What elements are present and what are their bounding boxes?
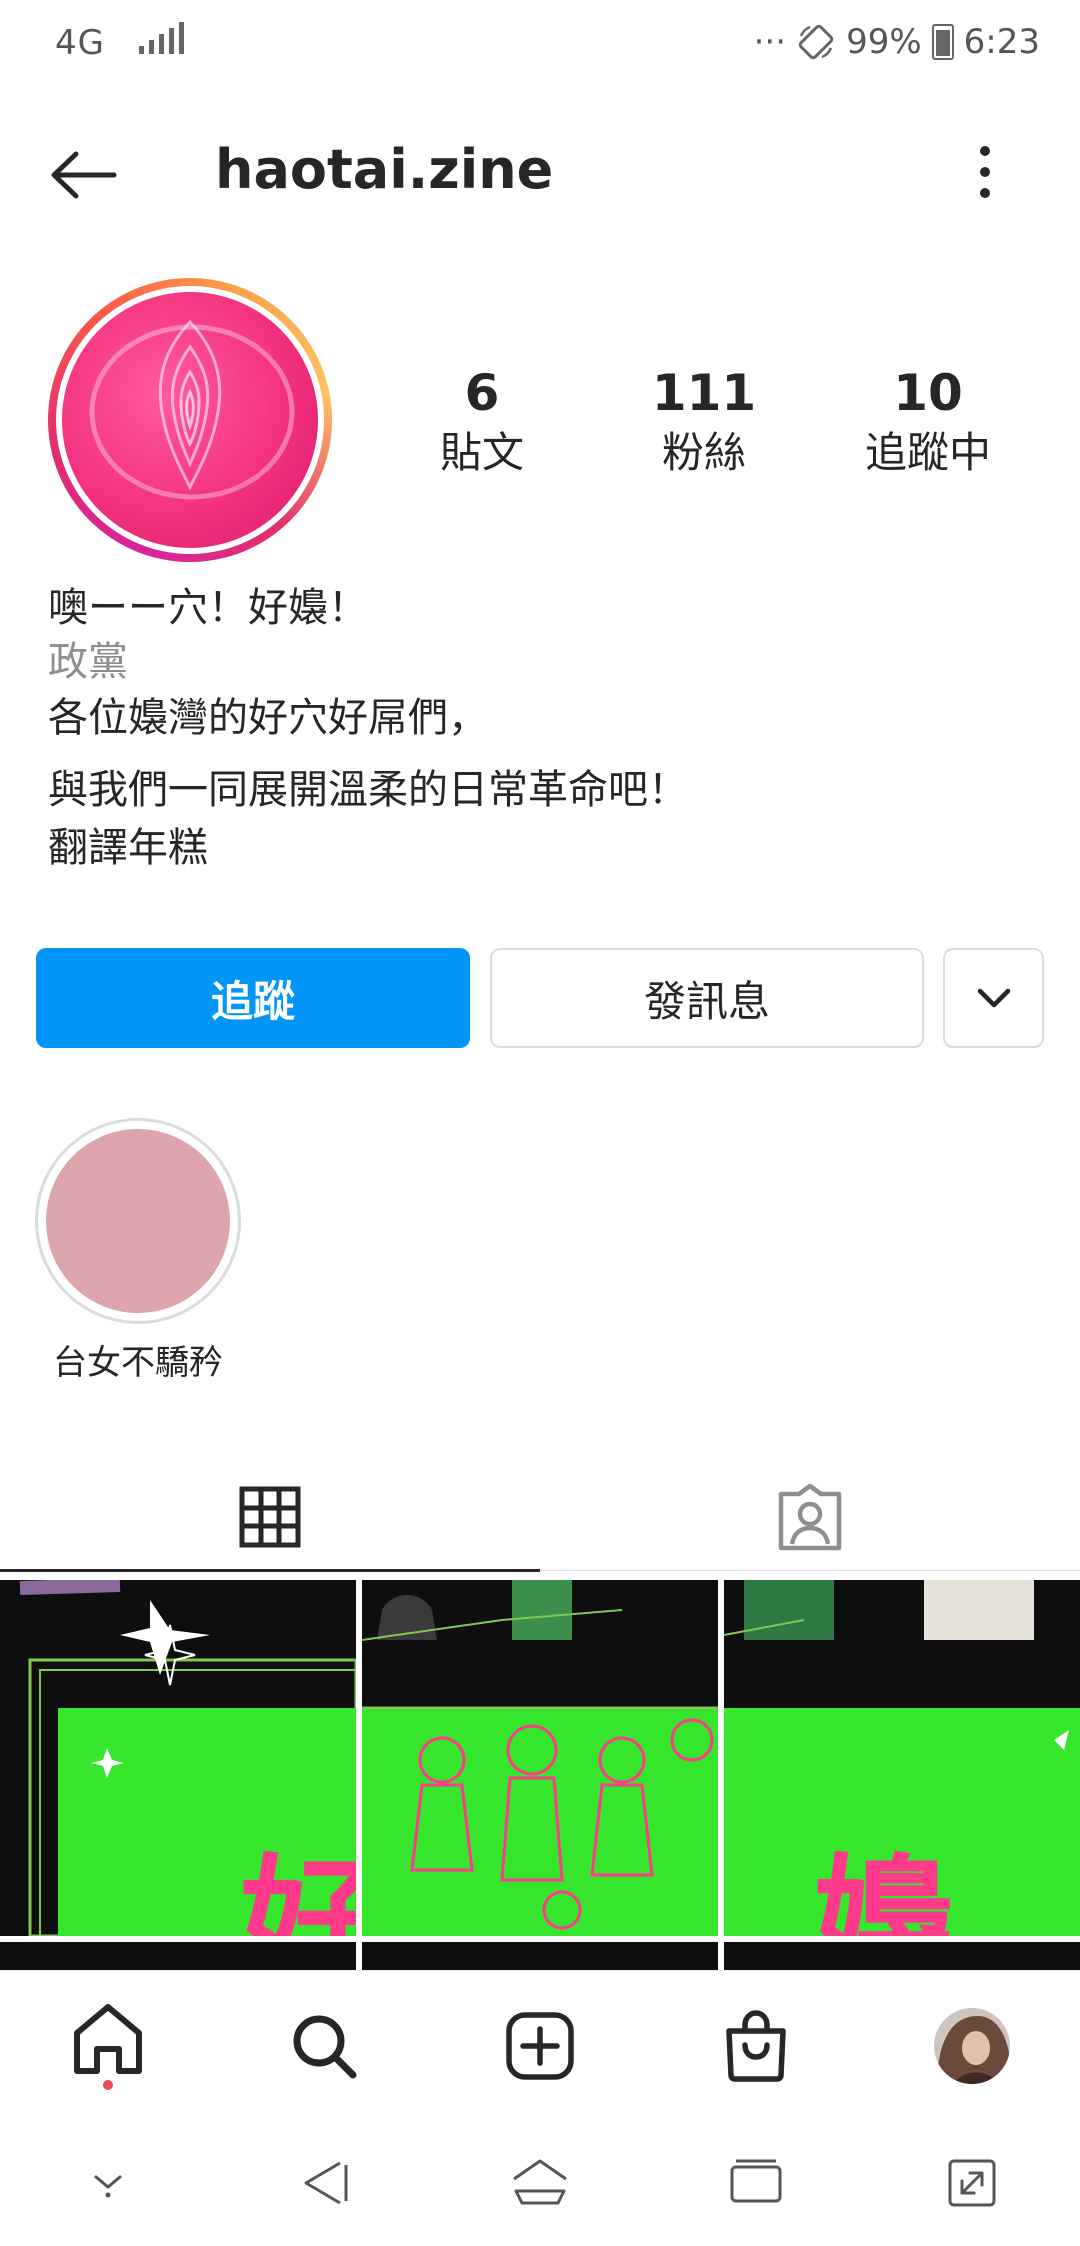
- signal-icon: [138, 22, 184, 54]
- system-nav-bar: [0, 2120, 1080, 2246]
- battery-percent: 99%: [846, 22, 922, 62]
- avatar-artwork: [89, 319, 295, 500]
- post-thumbnail[interactable]: [0, 1942, 356, 1970]
- nav-add-post[interactable]: [432, 1971, 648, 2121]
- active-tab-indicator: [0, 1569, 540, 1572]
- tab-tagged[interactable]: [540, 1462, 1080, 1572]
- following-label: 追蹤中: [864, 428, 991, 477]
- chevron-down-icon: [977, 988, 1010, 1008]
- shop-bag-icon: [726, 2010, 786, 2082]
- post-thumbnail[interactable]: [362, 1580, 718, 1936]
- nav-profile[interactable]: [864, 1971, 1080, 2121]
- expand-icon: [948, 2159, 996, 2207]
- bio-line: 各位嬝灣的好穴好屌們，: [48, 695, 488, 741]
- posts-grid: 好 嬝: [0, 1580, 1080, 1970]
- status-left: 4G: [55, 22, 184, 63]
- status-right: ··· 99% 6:23: [754, 22, 1040, 62]
- nav-shop[interactable]: [648, 1971, 864, 2121]
- search-icon: [293, 2015, 357, 2079]
- nav-search[interactable]: [216, 1971, 432, 2121]
- add-post-icon: [506, 2012, 574, 2080]
- stat-posts[interactable]: 6 貼文: [372, 365, 592, 483]
- network-indicator: 4G: [55, 23, 105, 63]
- back-triangle-icon: [304, 2161, 348, 2205]
- home-icon: [74, 2004, 142, 2090]
- highlight-label[interactable]: 台女不驕矜: [20, 1335, 256, 1384]
- profile-username: haotai.zine: [215, 138, 554, 201]
- stat-followers[interactable]: 111 粉絲: [594, 365, 814, 483]
- post-thumbnail[interactable]: 好: [0, 1580, 356, 1936]
- sys-hide-button[interactable]: [0, 2120, 216, 2246]
- nav-home[interactable]: [0, 1971, 216, 2121]
- suggested-dropdown-button[interactable]: [943, 948, 1044, 1048]
- sys-fullscreen-button[interactable]: [864, 2120, 1080, 2246]
- arrow-left-icon: [51, 151, 117, 199]
- following-count: 10: [893, 364, 963, 422]
- bio-line: 與我們一同展開溫柔的日常革命吧！: [48, 767, 688, 813]
- sys-recents-button[interactable]: [648, 2120, 864, 2246]
- profile-avatar-icon: [934, 2008, 1010, 2084]
- tab-posts-grid[interactable]: [0, 1462, 540, 1572]
- battery-icon: [931, 24, 954, 60]
- followers-label: 粉絲: [661, 428, 746, 477]
- more-options-button[interactable]: [965, 142, 1005, 202]
- sys-back-button[interactable]: [216, 2120, 432, 2246]
- post-artwork: [362, 1580, 718, 1936]
- message-button[interactable]: 發訊息: [490, 948, 924, 1048]
- tagged-person-icon: [778, 1483, 842, 1551]
- bio-category: 政黨: [48, 639, 128, 685]
- follow-button[interactable]: 追蹤: [36, 948, 470, 1048]
- bio-line: 翻譯年糕: [48, 825, 208, 871]
- posts-count: 6: [464, 364, 500, 422]
- post-thumbnail[interactable]: [724, 1942, 1080, 1970]
- back-button[interactable]: [48, 150, 118, 200]
- status-time: 6:23: [963, 22, 1040, 62]
- post-thumbnail[interactable]: [362, 1942, 718, 1970]
- more-status-indicator: ···: [753, 22, 787, 62]
- highlight-cover[interactable]: [46, 1129, 230, 1313]
- home-outline-icon: [513, 2159, 567, 2205]
- post-text: 嬝: [814, 1842, 955, 1936]
- vertical-dots-icon: [980, 146, 990, 198]
- stat-following[interactable]: 10 追蹤中: [818, 365, 1038, 483]
- followers-count: 111: [651, 364, 757, 422]
- rotate-icon: [798, 24, 834, 60]
- recents-icon: [730, 2159, 782, 2203]
- post-thumbnail[interactable]: 嬝: [724, 1580, 1080, 1936]
- chevron-down-icon: [94, 2175, 122, 2198]
- avatar[interactable]: [62, 292, 318, 548]
- posts-label: 貼文: [439, 428, 524, 477]
- post-text: 好: [240, 1842, 356, 1936]
- status-bar: 4G ··· 99% 6:23: [0, 0, 1080, 90]
- bottom-nav: [0, 1970, 1080, 2121]
- grid-icon: [239, 1486, 301, 1548]
- bio-name: 噢ーー穴！好嬝！: [48, 585, 368, 631]
- sys-home-button[interactable]: [432, 2120, 648, 2246]
- tab-divider: [540, 1570, 1080, 1571]
